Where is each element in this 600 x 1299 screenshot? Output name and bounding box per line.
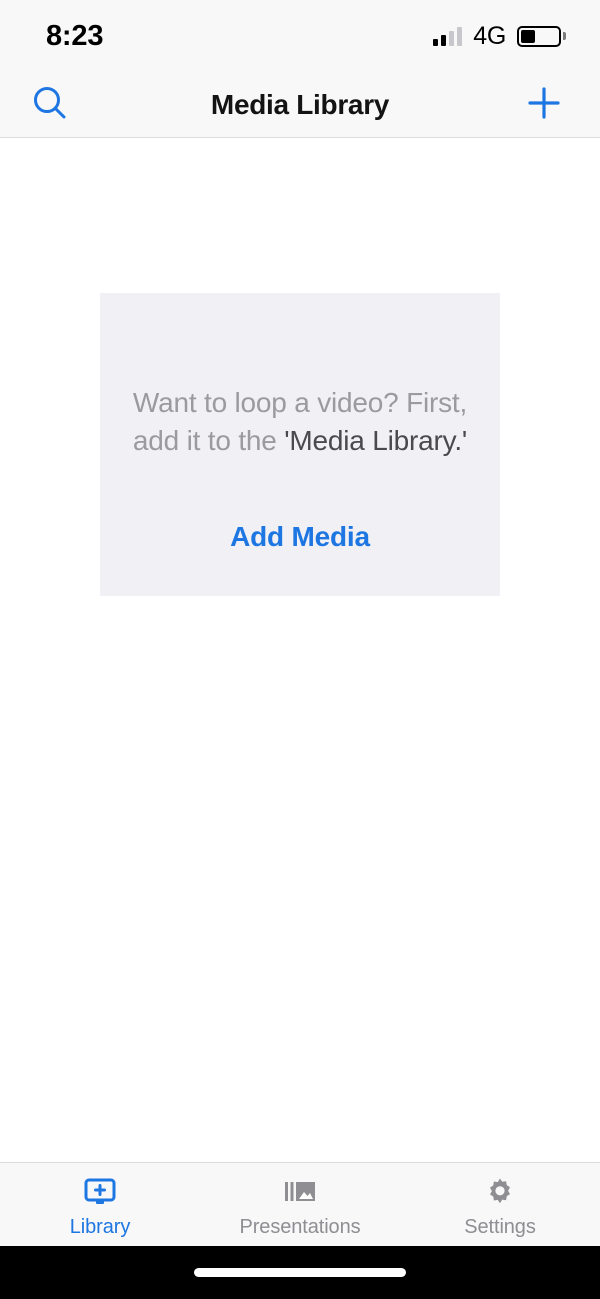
home-indicator[interactable] (194, 1268, 406, 1277)
status-indicators: 4G (433, 22, 566, 51)
tab-settings[interactable]: Settings (400, 1163, 600, 1246)
empty-message-emphasis: 'Media Library.' (284, 424, 468, 456)
monitor-plus-icon (83, 1175, 117, 1209)
empty-message-line-2-prefix: add it to the (132, 424, 285, 456)
status-time: 8:23 (46, 19, 104, 52)
add-button[interactable] (516, 77, 572, 133)
tab-settings-label: Settings (464, 1215, 536, 1238)
carrier-label: 4G (473, 21, 506, 50)
empty-message-line-1: Want to loop a video? First, (132, 387, 468, 419)
plus-icon (523, 82, 565, 127)
content-area: Want to loop a video? First, add it to t… (0, 138, 600, 1162)
gear-icon (483, 1175, 517, 1209)
tab-presentations[interactable]: Presentations (200, 1163, 400, 1246)
cellular-signal-icon (433, 26, 463, 46)
tab-bar: Library Presentations Settings (0, 1162, 600, 1246)
tab-presentations-label: Presentations (239, 1215, 361, 1238)
empty-state-card: Want to loop a video? First, add it to t… (100, 293, 500, 596)
add-media-button[interactable]: Add Media (230, 521, 370, 553)
page-title: Media Library (210, 88, 390, 120)
slideshow-image-icon (283, 1175, 317, 1209)
battery-icon (517, 25, 566, 47)
tab-library-label: Library (69, 1215, 131, 1238)
tab-library[interactable]: Library (0, 1163, 200, 1246)
phone-screen: 8:23 4G Media Library Want to loop a vid… (0, 0, 600, 1299)
search-button[interactable] (22, 77, 78, 133)
status-bar: 8:23 4G (0, 0, 600, 72)
empty-state-message: Want to loop a video? First, add it to t… (125, 384, 475, 458)
home-indicator-area (0, 1246, 600, 1299)
search-icon (29, 82, 71, 127)
navigation-bar: Media Library (0, 72, 600, 138)
